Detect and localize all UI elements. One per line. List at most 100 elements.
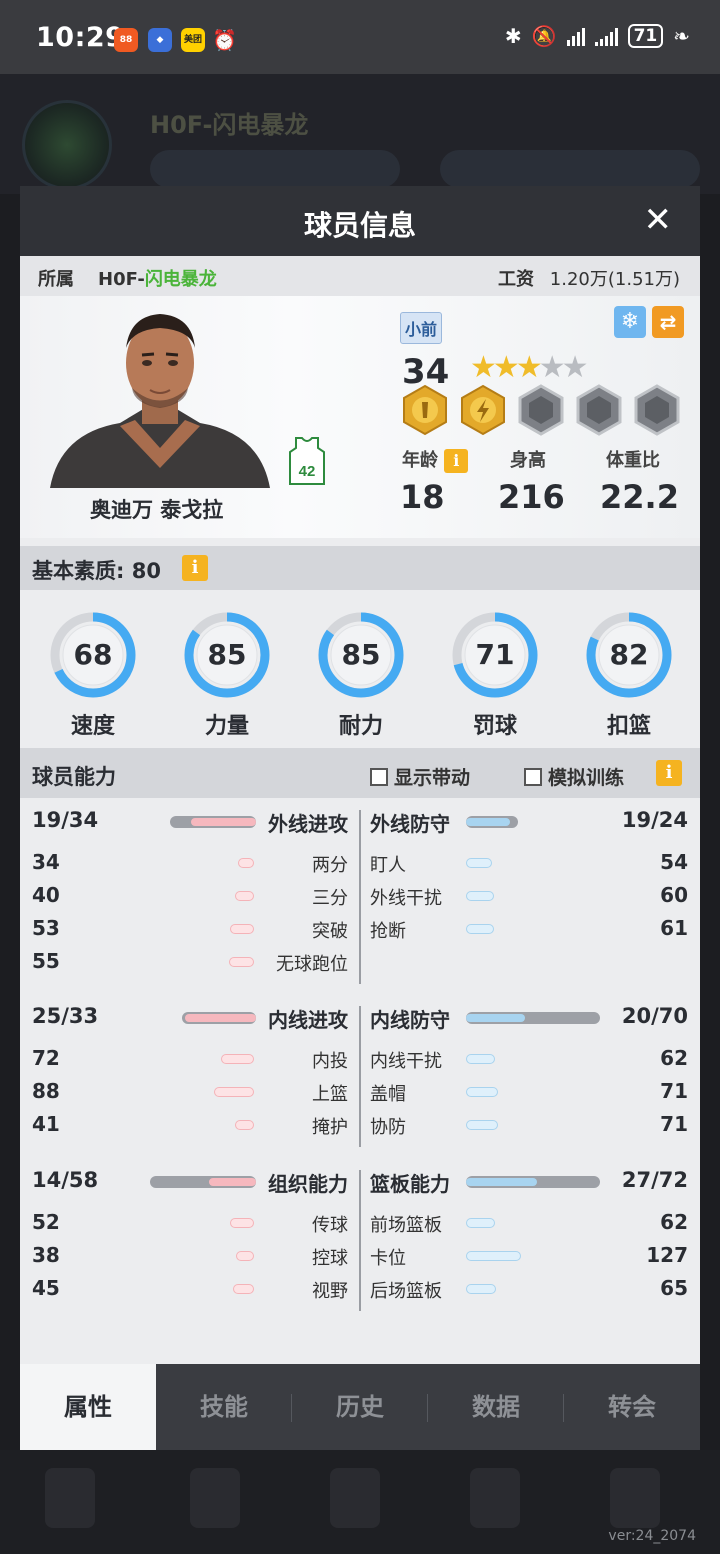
gauge-value: 71 xyxy=(475,638,515,671)
status-indicators: ✱ 🔕 71 ❧ xyxy=(505,24,690,48)
modal-header: 球员信息 ✕ xyxy=(20,186,700,256)
version-label: ver:24_2074 xyxy=(608,1528,696,1544)
signal-icon xyxy=(566,26,585,46)
stat-value: 72 xyxy=(32,1046,60,1070)
stat-value: 53 xyxy=(32,916,60,940)
category-score: 14/58 xyxy=(32,1168,99,1192)
stat-bar xyxy=(466,1054,495,1064)
signal-icon xyxy=(594,26,618,46)
empty-badge-icon[interactable] xyxy=(632,384,682,436)
stat-bar xyxy=(238,858,254,868)
background-currency xyxy=(440,150,700,188)
column-divider xyxy=(359,1006,361,1147)
star-empty-icon: ★ xyxy=(561,350,589,385)
category-bar xyxy=(170,816,256,828)
stat-name: 控球 xyxy=(312,1248,348,1269)
category-bar xyxy=(182,1012,256,1024)
category-score: 27/72 xyxy=(621,1168,688,1192)
modal-title: 球员信息 xyxy=(303,209,416,242)
gauge: 82 xyxy=(584,610,674,700)
category-name: 外线进攻 xyxy=(268,812,348,836)
stat-value: 40 xyxy=(32,883,60,907)
affiliation-row: 所属 H0F-闪电暴龙 工资 1.20万(1.51万) xyxy=(20,256,700,296)
category-score: 19/24 xyxy=(621,808,688,832)
close-icon[interactable]: ✕ xyxy=(644,200,673,240)
category-bar-fill xyxy=(191,818,256,826)
tab-4[interactable]: 转会 xyxy=(564,1364,700,1450)
stat-name: 两分 xyxy=(312,855,348,876)
jersey-icon: 42 xyxy=(289,437,325,485)
stat-name: 无球跑位 xyxy=(276,954,348,975)
height-label: 身高 xyxy=(510,450,546,471)
stat-bar xyxy=(214,1087,254,1097)
stat-name: 外线干扰 xyxy=(370,888,442,909)
stat-value: 71 xyxy=(660,1112,688,1136)
ability-stats: 19/34 外线进攻 外线防守 19/24 34 两分 40 三分 53 突破 55 无球跑位 盯人 54… xyxy=(20,798,700,1364)
gold-badge-icon[interactable] xyxy=(400,384,450,436)
tab-1[interactable]: 技能 xyxy=(156,1364,292,1450)
swap-icon[interactable]: ⇄ xyxy=(652,306,684,338)
snowflake-icon[interactable]: ❄ xyxy=(614,306,646,338)
gauge: 85 xyxy=(316,610,406,700)
stat-bar xyxy=(221,1054,254,1064)
player-portrait xyxy=(50,314,270,488)
category-score: 19/34 xyxy=(32,808,99,832)
info-icon[interactable]: i xyxy=(656,760,682,786)
category-bar-fill xyxy=(466,1014,525,1022)
column-divider xyxy=(359,1170,361,1311)
stat-value: 62 xyxy=(660,1046,688,1070)
stat-value: 71 xyxy=(660,1079,688,1103)
stat-bar xyxy=(230,1218,254,1228)
tab-2[interactable]: 历史 xyxy=(292,1364,428,1450)
tab-3[interactable]: 数据 xyxy=(428,1364,564,1450)
empty-badge-icon[interactable] xyxy=(574,384,624,436)
info-icon[interactable]: i xyxy=(444,449,469,473)
stat-value: 62 xyxy=(660,1210,688,1234)
category-name: 内线进攻 xyxy=(268,1008,348,1032)
show-boost-checkbox[interactable]: 显示带动 xyxy=(370,763,470,790)
stat-bar xyxy=(466,924,494,934)
battery-icon: 71 xyxy=(627,24,664,48)
age-label: 年龄 i xyxy=(402,446,469,473)
empty-badge-icon[interactable] xyxy=(516,384,566,436)
category-name: 组织能力 xyxy=(268,1172,348,1196)
category-score: 20/70 xyxy=(621,1004,688,1028)
jersey-number: 42 xyxy=(299,463,316,480)
mute-icon: 🔕 xyxy=(531,24,557,48)
simulate-training-checkbox[interactable]: 模拟训练 xyxy=(524,763,624,790)
category-bar-fill xyxy=(466,1178,537,1186)
category-bar xyxy=(466,1176,600,1188)
stat-name: 后场篮板 xyxy=(370,1281,442,1302)
lightning-badge-icon[interactable] xyxy=(458,384,508,436)
stat-name: 上篮 xyxy=(312,1084,348,1105)
stat-value: 34 xyxy=(32,850,60,874)
category-bar-fill xyxy=(185,1014,256,1022)
app-notification-icon: ◆ xyxy=(148,28,172,52)
basic-attributes-gauges: 68 速度 85 力量 85 耐力 71 罚球 82 扣篮 xyxy=(20,590,700,740)
basic-attributes-header: 基本素质: 80 i xyxy=(20,546,700,590)
gauge-value: 68 xyxy=(73,638,113,671)
salary-label: 工资 xyxy=(498,269,534,290)
stat-value: 45 xyxy=(32,1276,60,1300)
info-icon[interactable]: i xyxy=(182,555,208,581)
category-name: 篮板能力 xyxy=(370,1172,450,1196)
stat-name: 协防 xyxy=(370,1117,406,1138)
background-currency xyxy=(150,150,400,188)
stat-name: 盖帽 xyxy=(370,1084,406,1105)
stat-name: 三分 xyxy=(312,888,348,909)
bluetooth-icon: ✱ xyxy=(504,24,522,48)
stat-name: 视野 xyxy=(312,1281,348,1302)
alarm-icon: ⏰ xyxy=(212,28,237,52)
weight-ratio-value: 22.2 xyxy=(600,478,679,516)
tab-0[interactable]: 属性 xyxy=(20,1364,156,1450)
stat-name: 内投 xyxy=(312,1051,348,1072)
player-panel: 42 奥迪万 泰戈拉 小前 ❄ ⇄ 34 ★★★★★ 年龄 i 18 身高 21… xyxy=(20,296,700,538)
status-time: 10:29 xyxy=(36,22,125,53)
stat-bar xyxy=(229,957,254,967)
gauge-value: 85 xyxy=(341,638,381,671)
star-rating: ★★★★★ xyxy=(470,350,589,385)
category-bar-fill xyxy=(209,1178,256,1186)
star-filled-icon: ★ xyxy=(492,350,520,385)
star-empty-icon: ★ xyxy=(538,350,566,385)
stat-bar xyxy=(466,858,492,868)
